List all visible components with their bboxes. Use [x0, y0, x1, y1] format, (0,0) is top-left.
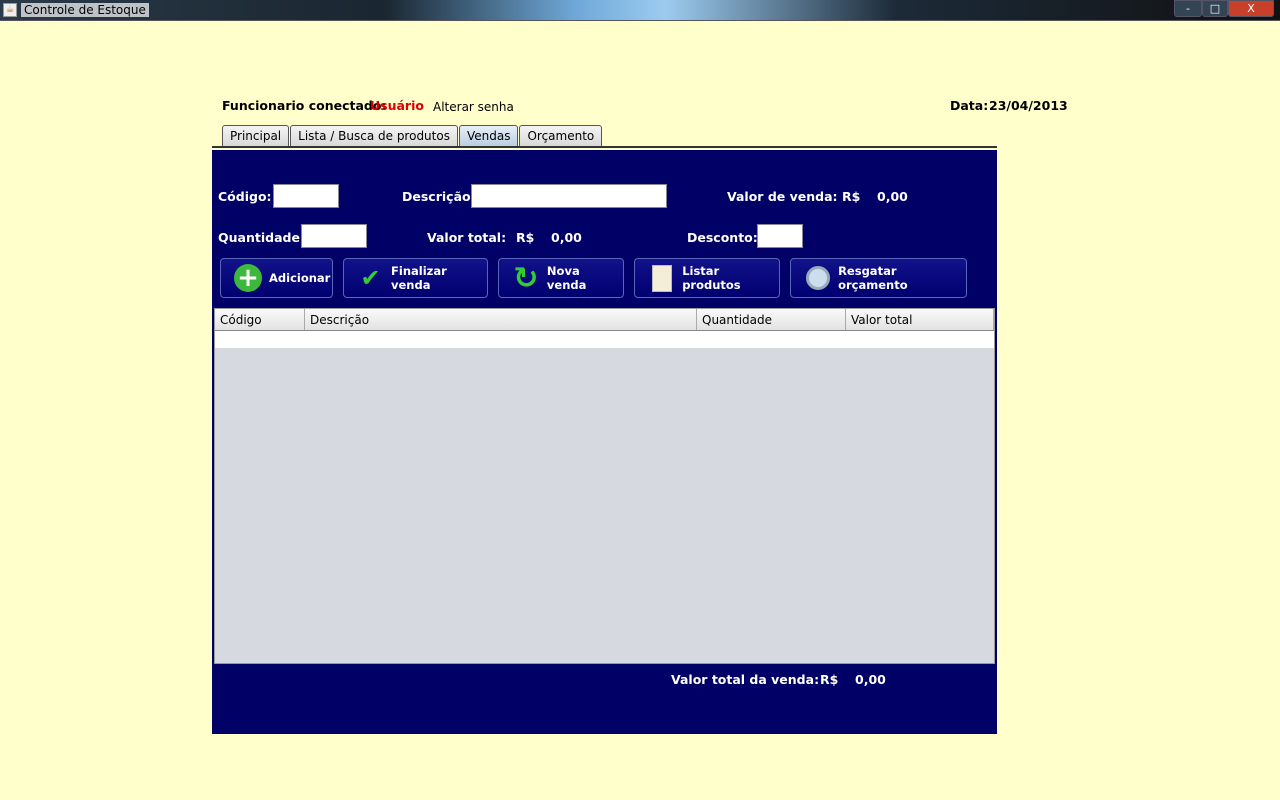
quantidade-input[interactable]	[301, 224, 367, 248]
change-password-link[interactable]: Alterar senha	[433, 100, 514, 114]
descricao-input[interactable]	[471, 184, 667, 208]
valor-total-value: 0,00	[551, 230, 582, 245]
column-valor-total[interactable]: Valor total	[846, 309, 994, 330]
column-codigo[interactable]: Código	[215, 309, 305, 330]
finalizar-label: Finalizar venda	[391, 264, 447, 292]
resgatar-orcamento-button[interactable]: Resgatar orçamento	[790, 258, 967, 298]
maximize-button[interactable]: □	[1202, 0, 1228, 17]
plus-icon: +	[233, 263, 263, 293]
magnifier-icon	[803, 263, 832, 293]
document-icon	[647, 263, 676, 293]
date-value: 23/04/2013	[989, 98, 1068, 113]
table-header: Código Descrição Quantidade Valor total	[215, 309, 994, 331]
descricao-label: Descrição:	[402, 189, 476, 204]
codigo-label: Código:	[218, 189, 272, 204]
user-name: Usuário	[370, 98, 424, 113]
column-quantidade[interactable]: Quantidade	[697, 309, 846, 330]
valor-total-currency: R$	[516, 230, 535, 245]
valor-venda-value: 0,00	[877, 189, 908, 204]
table-row[interactable]	[215, 331, 994, 348]
tab-vendas[interactable]: Vendas	[458, 125, 519, 147]
total-venda-value: 0,00	[855, 672, 886, 687]
window-title: Controle de Estoque	[21, 3, 149, 17]
quantidade-label: Quantidade:	[218, 230, 305, 245]
column-descricao[interactable]: Descrição	[305, 309, 697, 330]
items-table[interactable]: Código Descrição Quantidade Valor total	[214, 308, 995, 664]
refresh-icon: ↻	[513, 260, 539, 296]
vendas-panel: Código: Descrição: Valor de venda: R$ 0,…	[212, 150, 997, 734]
checkmark-icon: ✔	[360, 264, 381, 292]
tab-divider	[212, 146, 997, 148]
listar-label: Listar produtos	[682, 264, 741, 292]
valor-total-label: Valor total:	[427, 230, 507, 245]
codigo-input[interactable]	[273, 184, 339, 208]
nova-venda-button[interactable]: ↻ Nova venda	[498, 258, 624, 298]
total-venda-currency: R$	[820, 672, 839, 687]
tab-lista-busca[interactable]: Lista / Busca de produtos	[290, 125, 458, 147]
user-label: Funcionario conectado:	[222, 98, 387, 113]
finalizar-venda-button[interactable]: ✔ Finalizar venda	[343, 258, 488, 298]
adicionar-label: Adicionar	[269, 271, 331, 285]
date-label: Data:	[950, 98, 989, 113]
minimize-button[interactable]: -	[1174, 0, 1202, 17]
tab-principal[interactable]: Principal	[222, 125, 290, 147]
tab-orcamento[interactable]: Orçamento	[519, 125, 603, 147]
valor-venda-currency: R$	[842, 189, 861, 204]
valor-venda-label: Valor de venda:	[727, 189, 838, 204]
total-venda-label: Valor total da venda:	[671, 672, 820, 687]
listar-produtos-button[interactable]: Listar produtos	[634, 258, 780, 298]
tab-bar: Principal Lista / Busca de produtos Vend…	[222, 125, 603, 147]
java-icon: ☕	[3, 3, 17, 17]
resgatar-label: Resgatar orçamento	[838, 264, 908, 292]
close-button[interactable]: X	[1228, 0, 1274, 17]
adicionar-button[interactable]: + Adicionar	[220, 258, 333, 298]
desconto-label: Desconto:	[687, 230, 758, 245]
nova-label: Nova venda	[546, 264, 587, 292]
desconto-input[interactable]	[757, 224, 803, 248]
title-bar: ☕ Controle de Estoque - □ X	[0, 0, 1280, 21]
